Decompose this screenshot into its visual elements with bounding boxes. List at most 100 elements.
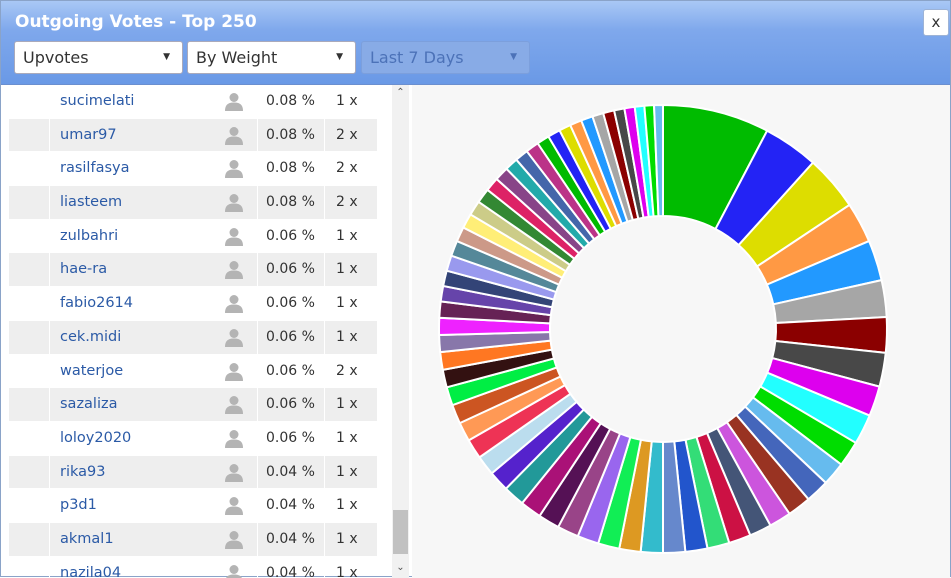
window-title: Outgoing Votes - Top 250: [15, 12, 257, 32]
voter-name-link[interactable]: rasilfasya: [60, 152, 129, 184]
vote-percent: 0.06 %: [266, 261, 315, 278]
vote-count: 2 x: [336, 362, 358, 379]
vote-count: 1 x: [336, 463, 358, 480]
column-divider: [324, 354, 325, 388]
column-divider: [257, 388, 258, 421]
voter-name-link[interactable]: loloy2020: [60, 422, 131, 454]
column-divider: [257, 85, 258, 118]
column-divider: [324, 556, 325, 578]
column-divider: [49, 421, 50, 455]
scroll-up-icon[interactable]: ⌃: [392, 87, 409, 101]
column-divider: [324, 489, 325, 522]
close-icon: x: [931, 13, 941, 31]
voter-name-link[interactable]: sucimelati: [60, 85, 134, 117]
list-scrollbar[interactable]: ⌃ ⌄: [392, 85, 409, 578]
voter-name-link[interactable]: p3d1: [60, 489, 97, 521]
caret-down-icon: ▼: [163, 52, 170, 62]
voter-name-link[interactable]: cek.midi: [60, 321, 121, 353]
vote-type-value: Upvotes: [23, 48, 89, 67]
voter-list: sucimelati 0.08 % 1 x umar97 0.08 % 2 x rasilf…: [9, 85, 377, 578]
voter-name-link[interactable]: hae-ra: [60, 253, 107, 285]
column-divider: [49, 85, 50, 118]
column-divider: [257, 522, 258, 556]
table-row: p3d1 0.04 % 1 x: [9, 489, 377, 523]
user-avatar-icon: [224, 91, 244, 111]
column-divider: [49, 354, 50, 388]
vote-type-select[interactable]: Upvotes ▼: [14, 41, 183, 74]
vote-count: 1 x: [336, 328, 358, 345]
caret-down-icon: ▼: [336, 52, 343, 62]
column-divider: [49, 522, 50, 556]
table-row: loloy2020 0.06 % 1 x: [9, 421, 377, 456]
column-divider: [257, 354, 258, 388]
column-divider: [257, 287, 258, 320]
donut-svg: [438, 103, 888, 555]
column-divider: [324, 522, 325, 556]
user-avatar-icon: [224, 192, 244, 213]
vote-count: 1 x: [336, 295, 358, 312]
column-divider: [324, 388, 325, 421]
user-avatar-icon: [224, 361, 244, 381]
vote-percent: 0.06 %: [266, 328, 315, 345]
column-divider: [257, 219, 258, 253]
voter-name-link[interactable]: zulbahri: [60, 220, 118, 252]
column-divider: [257, 421, 258, 455]
vote-percent: 0.08 %: [266, 160, 315, 177]
table-row: zulbahri 0.06 % 1 x: [9, 219, 377, 254]
vote-count: 1 x: [336, 429, 358, 446]
column-divider: [49, 287, 50, 320]
column-divider: [49, 219, 50, 253]
column-divider: [257, 152, 258, 186]
vote-percent: 0.06 %: [266, 396, 315, 413]
voter-name-link[interactable]: akmal1: [60, 523, 114, 555]
voter-name-link[interactable]: waterjoe: [60, 355, 123, 387]
column-divider: [324, 320, 325, 354]
column-divider: [324, 152, 325, 186]
user-avatar-icon: [224, 428, 244, 448]
vote-percent: 0.04 %: [266, 497, 315, 514]
close-button[interactable]: x: [923, 9, 949, 36]
column-divider: [324, 253, 325, 287]
title-bar: Outgoing Votes - Top 250 x Upvotes ▼ By …: [1, 1, 950, 85]
user-avatar-icon: [224, 462, 244, 482]
voter-name-link[interactable]: liasteem: [60, 186, 122, 218]
period-value: Last 7 Days: [370, 48, 464, 67]
voter-name-link[interactable]: umar97: [60, 119, 117, 151]
vote-percent: 0.06 %: [266, 295, 315, 312]
user-avatar-icon: [224, 259, 244, 280]
column-divider: [324, 186, 325, 219]
user-avatar-icon: [224, 563, 244, 578]
column-divider: [324, 219, 325, 253]
column-divider: [49, 455, 50, 489]
vote-percent: 0.06 %: [266, 362, 315, 379]
voter-name-link[interactable]: fabio2614: [60, 287, 133, 319]
scroll-thumb[interactable]: [393, 510, 408, 554]
table-row: rika93 0.04 % 1 x: [9, 455, 377, 490]
user-avatar-icon: [224, 226, 244, 246]
vote-percent: 0.04 %: [266, 530, 315, 547]
vote-count: 1 x: [336, 261, 358, 278]
voter-name-link[interactable]: rika93: [60, 456, 105, 488]
vote-count: 1 x: [336, 227, 358, 244]
vote-percent: 0.06 %: [266, 227, 315, 244]
column-divider: [49, 186, 50, 219]
user-avatar-icon: [224, 158, 244, 179]
column-divider: [257, 489, 258, 522]
column-divider: [49, 556, 50, 578]
table-row: waterjoe 0.06 % 2 x: [9, 354, 377, 389]
scroll-down-icon[interactable]: ⌄: [392, 562, 409, 576]
column-divider: [257, 556, 258, 578]
vote-count: 2 x: [336, 194, 358, 211]
column-divider: [49, 320, 50, 354]
column-divider: [257, 186, 258, 219]
sort-select[interactable]: By Weight ▼: [187, 41, 356, 74]
column-divider: [257, 455, 258, 489]
column-divider: [257, 320, 258, 354]
user-avatar-icon: [224, 327, 244, 347]
voter-name-link[interactable]: sazaliza: [60, 388, 118, 420]
voter-name-link[interactable]: nazila04: [60, 557, 121, 578]
user-avatar-icon: [224, 529, 244, 549]
outgoing-votes-window: Outgoing Votes - Top 250 x Upvotes ▼ By …: [0, 0, 951, 578]
vote-percent: 0.08 %: [266, 194, 315, 211]
caret-down-icon: ▼: [510, 52, 517, 62]
